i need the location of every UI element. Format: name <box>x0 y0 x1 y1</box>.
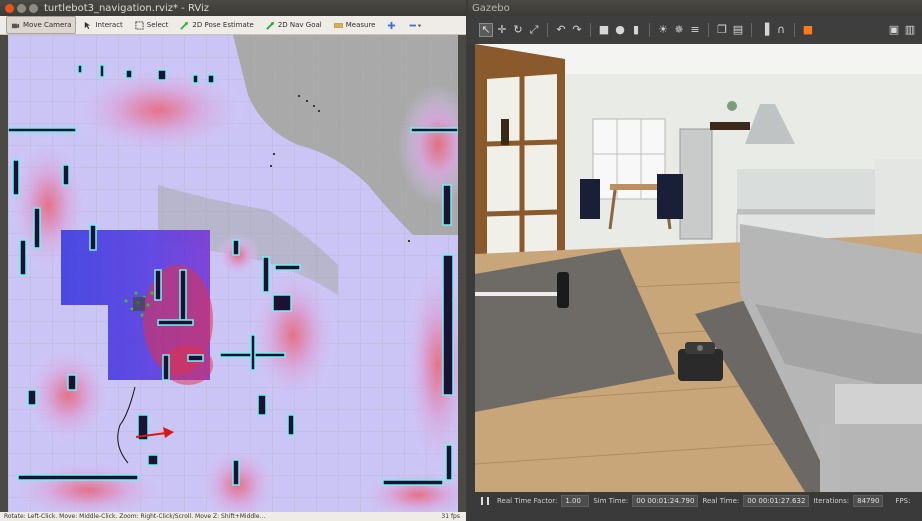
sim-time-value: 00 00:01:24.790 <box>632 495 699 507</box>
nav-goal-icon <box>266 21 274 30</box>
box-shape-icon[interactable]: ■ <box>598 24 610 36</box>
rotate-mode-icon[interactable]: ↻ <box>512 24 524 36</box>
tool-label: Measure <box>345 21 376 29</box>
screenshot-icon[interactable]: ▣ <box>888 24 900 36</box>
select-mode-icon[interactable]: ↖ <box>479 23 493 37</box>
copy-icon[interactable]: ❐ <box>716 24 728 36</box>
toolbar-separator <box>794 23 795 37</box>
gazebo-bottom-strip <box>468 510 922 521</box>
rviz-3d-view[interactable] <box>8 35 458 512</box>
tool-label: 2D Nav Goal <box>277 21 322 29</box>
rviz-statusbar: Rotate: Left-Click. Move: Middle-Click. … <box>0 512 466 521</box>
maximize-icon[interactable] <box>29 3 38 13</box>
gazebo-toolbar: ↖ ✛ ↻ ⤢ ↶ ↷ ■ ● ▮ ☀ ✵ ≡ ❐ ▤ ▐ ∩ ■ ▣ ▥ <box>468 16 922 44</box>
fps-label: FPS: <box>895 497 911 505</box>
status-hint: Rotate: Left-Click. Move: Middle-Click. … <box>4 513 266 520</box>
undo-icon[interactable]: ↶ <box>555 24 567 36</box>
tool-select[interactable]: Select <box>130 16 174 34</box>
tool-measure[interactable]: Measure <box>329 16 381 34</box>
minus-dropdown-icon <box>410 24 422 27</box>
spot-light-icon[interactable]: ✵ <box>673 24 685 36</box>
add-tool-button[interactable] <box>382 16 401 34</box>
costmap-render <box>8 35 458 512</box>
window-controls <box>5 3 38 13</box>
rviz-titlebar: turtlebot3_navigation.rviz* - RViz <box>0 0 466 16</box>
toolbar-separator <box>708 23 709 37</box>
tool-2d-pose-estimate[interactable]: 2D Pose Estimate <box>175 16 258 34</box>
toolbar-separator <box>649 23 650 37</box>
gazebo-3d-scene[interactable] <box>475 44 922 492</box>
tool-move-camera[interactable]: Move Camera <box>6 16 77 34</box>
scale-mode-icon[interactable]: ⤢ <box>528 24 540 36</box>
tool-label: Interact <box>95 21 123 29</box>
snap-icon[interactable]: ∩ <box>775 24 787 36</box>
close-icon[interactable] <box>5 3 14 13</box>
sphere-shape-icon[interactable]: ● <box>614 24 626 36</box>
change-view-icon[interactable]: ■ <box>802 24 814 36</box>
rviz-window: turtlebot3_navigation.rviz* - RViz Move … <box>0 0 466 521</box>
move-camera-icon <box>11 23 20 28</box>
tool-interact[interactable]: Interact <box>78 16 127 34</box>
gazebo-statusbar: Real Time Factor: 1.00 Sim Time: 00 00:0… <box>475 492 922 510</box>
rviz-toolbar: Move Camera Interact Select 2D Pose Esti… <box>0 16 466 35</box>
fps-readout: 31 fps <box>441 513 460 520</box>
align-icon[interactable]: ▐ <box>759 24 771 36</box>
house-scene-render <box>475 44 922 492</box>
iterations-value: 84790 <box>853 495 884 507</box>
record-icon[interactable]: ▥ <box>904 24 916 36</box>
remove-tool-button[interactable] <box>403 16 427 34</box>
interact-icon <box>85 21 91 29</box>
select-icon <box>135 20 144 30</box>
toolbar-separator <box>547 23 548 37</box>
tool-label: Move Camera <box>23 21 72 29</box>
real-time-label: Real Time: <box>702 497 740 505</box>
cylinder-shape-icon[interactable]: ▮ <box>630 24 642 36</box>
plus-icon <box>388 21 396 29</box>
minimize-icon[interactable] <box>17 3 26 13</box>
iterations-label: Iterations: <box>813 497 850 505</box>
real-time-value: 00 00:01:27.632 <box>743 495 810 507</box>
paste-icon[interactable]: ▤ <box>732 24 744 36</box>
redo-icon[interactable]: ↷ <box>571 24 583 36</box>
gazebo-window-title: Gazebo <box>472 2 510 14</box>
gazebo-titlebar: Gazebo <box>468 0 922 16</box>
pose-estimate-icon <box>180 21 189 30</box>
directional-light-icon[interactable]: ≡ <box>689 24 701 36</box>
toolbar-separator <box>751 23 752 37</box>
rtf-value: 1.00 <box>561 495 590 507</box>
tool-label: Select <box>146 21 169 29</box>
pause-icon[interactable] <box>481 497 489 505</box>
rtf-label: Real Time Factor: <box>497 497 558 505</box>
measure-icon <box>333 22 343 28</box>
gazebo-window: Gazebo ↖ ✛ ↻ ⤢ ↶ ↷ ■ ● ▮ ☀ ✵ ≡ ❐ ▤ ▐ ∩ ■… <box>468 0 922 521</box>
tool-label: 2D Pose Estimate <box>192 21 254 29</box>
sim-time-label: Sim Time: <box>593 497 629 505</box>
tool-2d-nav-goal[interactable]: 2D Nav Goal <box>261 16 327 34</box>
toolbar-separator <box>590 23 591 37</box>
point-light-icon[interactable]: ☀ <box>657 24 669 36</box>
translate-mode-icon[interactable]: ✛ <box>496 24 508 36</box>
rviz-window-title: turtlebot3_navigation.rviz* - RViz <box>44 2 210 14</box>
